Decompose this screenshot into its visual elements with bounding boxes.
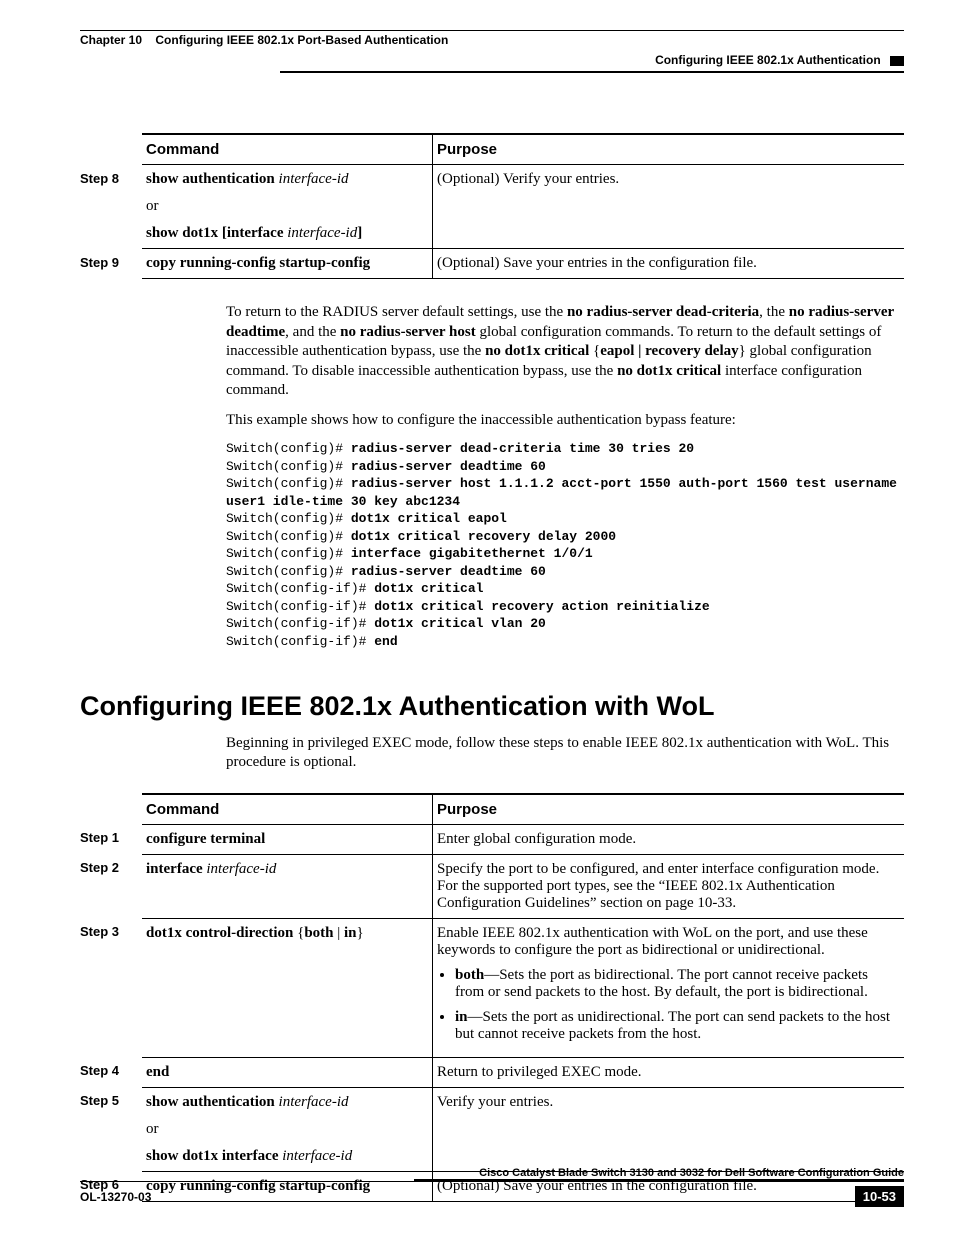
table-row: Step 4 end Return to privileged EXEC mod… [80,1057,904,1087]
cmd-text: show dot1x [146,225,222,241]
page-footer: Cisco Catalyst Blade Switch 3130 and 303… [80,1167,904,1207]
cmd-text: interface [146,861,206,877]
table-row: Step 8 show authentication interface-id … [80,165,904,249]
table2-head-command: Command [142,794,433,825]
chapter-title: Configuring IEEE 802.1x Port-Based Authe… [155,33,448,47]
footer-doc-number: OL-13270-03 [80,1190,151,1204]
cmd-text: end [146,1064,169,1080]
footer-rule [80,1181,904,1182]
purpose-text: Enable IEEE 802.1x authentication with W… [437,925,896,959]
page: Chapter 10 Configuring IEEE 802.1x Port-… [0,0,954,1235]
cmd-arg: interface-id [287,225,357,241]
chapter-label: Chapter 10 [80,33,142,47]
body-paragraph: To return to the RADIUS server default s… [226,303,904,651]
cmd-or: or [146,198,424,215]
section-title: Configuring IEEE 802.1x Authentication [655,53,881,67]
top-rule [80,30,904,31]
cmd-text: show authentication [146,1094,279,1110]
cmd-text: copy running-config startup-config [146,255,370,271]
step-label: Step 2 [80,854,142,918]
cmd-arg: interface-id [279,1094,349,1110]
list-item: both—Sets the port as bidirectional. The… [455,967,896,1001]
cmd-arg: interface-id [282,1148,352,1164]
purpose-text: (Optional) Verify your entries. [433,165,905,249]
step-label: Step 1 [80,824,142,854]
steps-table-2: Command Purpose Step 1 configure termina… [80,793,904,1202]
table2-head-purpose: Purpose [433,794,905,825]
heading-wol: Configuring IEEE 802.1x Authentication w… [80,691,904,722]
purpose-text: Verify your entries. [433,1087,905,1171]
table-row: Step 2 interface interface-id Specify th… [80,854,904,918]
step-label: Step 8 [80,165,142,249]
example-lead: This example shows how to configure the … [226,411,904,431]
cmd-text: show authentication [146,171,279,187]
table-row: Step 1 configure terminal Enter global c… [80,824,904,854]
cmd-text: show dot1x interface [146,1148,282,1164]
cmd-text: dot1x control-direction [146,925,297,941]
step-label: Step 9 [80,249,142,279]
chapter-header: Chapter 10 Configuring IEEE 802.1x Port-… [80,33,904,47]
table-row: Step 5 show authentication interface-id … [80,1087,904,1171]
intro-paragraph: Beginning in privileged EXEC mode, follo… [226,734,904,773]
header-rule [280,71,904,73]
table1-head-purpose: Purpose [433,134,905,165]
purpose-text: (Optional) Save your entries in the conf… [433,249,905,279]
list-item: in—Sets the port as unidirectional. The … [455,1009,896,1043]
steps-table-1: Command Purpose Step 8 show authenticati… [80,133,904,279]
page-number-badge: 10-53 [855,1186,904,1207]
table1-head-command: Command [142,134,433,165]
step-label: Step 4 [80,1057,142,1087]
cmd-arg: interface-id [206,861,276,877]
cmd-text: configure terminal [146,831,265,847]
purpose-text: Enter global configuration mode. [433,824,905,854]
cmd-arg: interface-id [279,171,349,187]
step-label: Step 3 [80,918,142,1057]
section-header: Configuring IEEE 802.1x Authentication [80,53,904,67]
step-label: Step 5 [80,1087,142,1171]
code-block: Switch(config)# radius-server dead-crite… [226,440,904,651]
section-marker-icon [890,56,904,66]
table-row: Step 3 dot1x control-direction {both | i… [80,918,904,1057]
table-row: Step 9 copy running-config startup-confi… [80,249,904,279]
footer-doc-title: Cisco Catalyst Blade Switch 3130 and 303… [80,1167,904,1179]
purpose-text: Return to privileged EXEC mode. [433,1057,905,1087]
cmd-or: or [146,1121,424,1138]
